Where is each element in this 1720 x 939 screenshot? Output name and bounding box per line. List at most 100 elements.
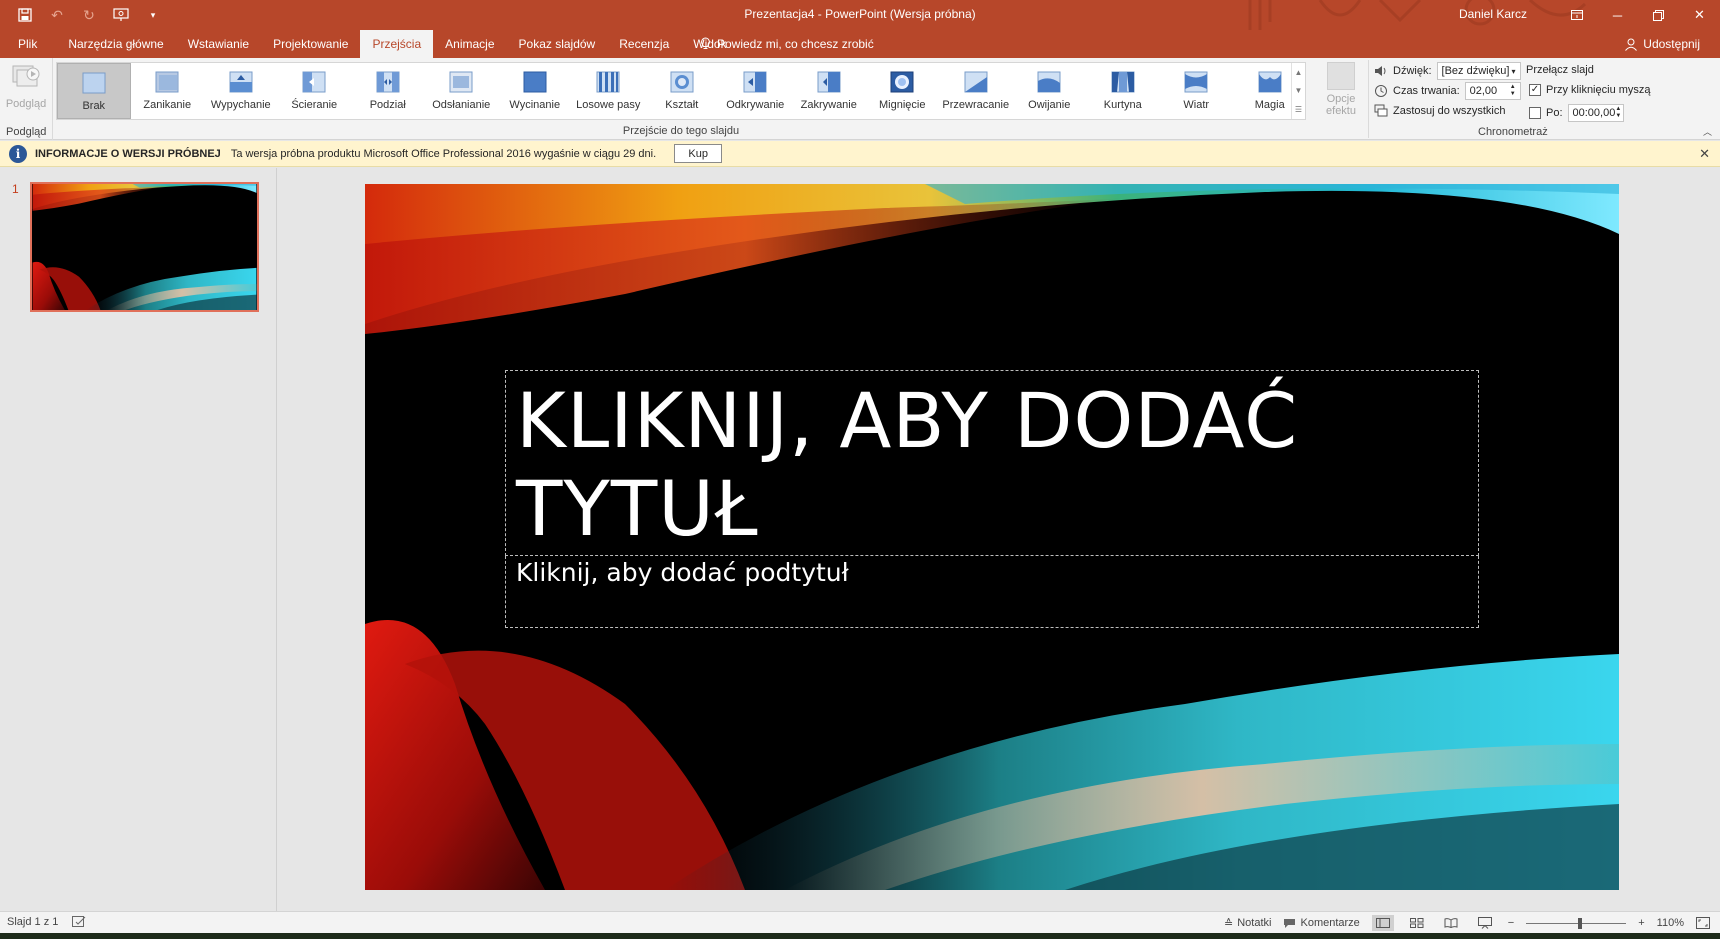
- effect-options-line1: Opcje: [1326, 93, 1356, 105]
- trial-info-bar: i INFORMACJE O WERSJI PRÓBNEJ Ta wersja …: [0, 141, 1720, 167]
- tab-item[interactable]: Projektowanie: [261, 30, 360, 58]
- tab-item[interactable]: Recenzja: [607, 30, 681, 58]
- transition-item[interactable]: Kurtyna: [1086, 63, 1160, 119]
- on-click-checkbox[interactable]: ✓: [1529, 84, 1541, 96]
- transition-thumbnail-icon: [82, 72, 106, 94]
- transition-item[interactable]: Owijanie: [1013, 63, 1087, 119]
- slide-title: KLIKNIJ, ABY DODAĆ TYTUŁ: [516, 376, 1299, 553]
- thumbnail-background: [32, 184, 257, 310]
- account-name[interactable]: Daniel Karcz: [1459, 7, 1527, 21]
- transition-item[interactable]: Wypychanie: [204, 63, 278, 119]
- buy-button[interactable]: Kup: [674, 144, 723, 163]
- slide-counter: Slajd 1 z 1: [7, 916, 59, 928]
- tab-item[interactable]: Wstawianie: [176, 30, 261, 58]
- chevron-down-icon: ▾: [1511, 66, 1516, 76]
- transition-label: Magia: [1254, 99, 1285, 111]
- reading-view-button[interactable]: [1440, 915, 1462, 931]
- on-click-checkbox-row[interactable]: ✓ Przy kliknięciu myszą: [1529, 84, 1651, 96]
- transition-gallery-items: Brak Zanikanie Wypychanie Ścieranie Podział O…: [57, 63, 1305, 119]
- minimize-button[interactable]: ─: [1597, 0, 1638, 30]
- tab-item[interactable]: Przejścia: [360, 30, 434, 58]
- slide-sorter-view-button[interactable]: [1406, 915, 1428, 931]
- tab-file[interactable]: Plik: [0, 30, 56, 58]
- after-time-spinner[interactable]: 00:00,00 ▲ ▼: [1567, 104, 1624, 122]
- tab-item[interactable]: Pokaz slajdów: [507, 30, 608, 58]
- ribbon-transitions: Podgląd Podgląd Brak Zanikanie Wypychanie Ś…: [0, 58, 1720, 140]
- after-checkbox-row: Po: 00:00,00 ▲ ▼: [1529, 104, 1624, 122]
- transition-item[interactable]: Odsłanianie: [425, 63, 499, 119]
- ribbon-tab-bar: Plik Narzędzia główne Wstawianie Projektowa…: [0, 30, 1720, 58]
- transition-thumbnail-icon: [229, 71, 253, 93]
- close-info-bar-icon[interactable]: ✕: [1699, 146, 1710, 162]
- tell-me-search[interactable]: Powiedz mi, co chcesz zrobić: [700, 30, 874, 58]
- transition-label: Przewracanie: [942, 99, 1010, 111]
- duration-value: 02,00: [1469, 85, 1498, 97]
- apply-all-label: Zastosuj do wszystkich: [1393, 105, 1506, 117]
- transition-thumbnail-icon: [449, 71, 473, 93]
- slideshow-view-button[interactable]: [1474, 915, 1496, 931]
- sound-dropdown[interactable]: [Bez dźwięku] ▾: [1436, 62, 1521, 80]
- sound-label: Dźwięk:: [1393, 65, 1432, 77]
- transition-label: Zanikanie: [143, 99, 192, 111]
- fit-to-window-icon[interactable]: [1696, 917, 1710, 929]
- advance-slide-title: Przełącz slajd: [1526, 64, 1594, 76]
- gallery-more-icon[interactable]: ☰: [1295, 105, 1302, 114]
- comments-button[interactable]: Komentarze: [1283, 917, 1360, 929]
- restore-button[interactable]: [1638, 0, 1679, 30]
- transition-item[interactable]: Zanikanie: [131, 63, 205, 119]
- spinner-icon: ▲ ▼: [1615, 106, 1622, 119]
- title-placeholder[interactable]: KLIKNIJ, ABY DODAĆ TYTUŁ: [505, 370, 1479, 556]
- notes-button[interactable]: ≙ Notatki: [1224, 917, 1271, 930]
- slide-thumbnail-pane: 1: [0, 168, 277, 911]
- transition-thumbnail-icon: [964, 71, 988, 93]
- transition-thumbnail-icon: [155, 71, 179, 93]
- transition-item[interactable]: Wycinanie: [498, 63, 572, 119]
- transition-item[interactable]: Kształt: [645, 63, 719, 119]
- share-label: Udostępnij: [1643, 37, 1700, 51]
- comment-icon: [1284, 918, 1296, 928]
- info-bar-title: INFORMACJE O WERSJI PRÓBNEJ: [35, 147, 221, 160]
- gallery-scroll-down-icon[interactable]: ▼: [1295, 86, 1303, 95]
- transition-item[interactable]: Zakrywanie: [792, 63, 866, 119]
- clock-icon: [1375, 85, 1387, 97]
- transition-item[interactable]: Losowe pasy: [572, 63, 646, 119]
- zoom-slider[interactable]: [1526, 915, 1627, 931]
- share-button[interactable]: Udostępnij: [1625, 30, 1700, 58]
- duration-spinner[interactable]: 02,00 ▲ ▼: [1464, 82, 1521, 100]
- zoom-in-button[interactable]: +: [1638, 917, 1644, 929]
- zoom-out-button[interactable]: −: [1508, 917, 1514, 929]
- normal-view-button[interactable]: [1371, 915, 1394, 931]
- preview-label: Podgląd: [5, 98, 47, 110]
- tab-item[interactable]: Narzędzia główne: [56, 30, 175, 58]
- transition-item[interactable]: Brak: [57, 63, 131, 119]
- slide-thumbnail[interactable]: [30, 182, 259, 312]
- transition-item[interactable]: Ścieranie: [278, 63, 352, 119]
- tell-me-text: Powiedz mi, co chcesz zrobić: [717, 37, 874, 51]
- slide-canvas[interactable]: KLIKNIJ, ABY DODAĆ TYTUŁ Kliknij, aby do…: [365, 184, 1619, 890]
- zoom-slider-knob[interactable]: [1578, 918, 1583, 929]
- gallery-scroll: ▲ ▼ ☰: [1291, 63, 1305, 119]
- tab-item[interactable]: Animacje: [433, 30, 506, 58]
- transition-item[interactable]: Mignięcie: [866, 63, 940, 119]
- duration-label: Czas trwania:: [1393, 85, 1460, 97]
- after-checkbox[interactable]: [1529, 107, 1541, 119]
- gallery-scroll-up-icon[interactable]: ▲: [1295, 68, 1303, 77]
- apply-all-button[interactable]: Zastosuj do wszystkich: [1374, 104, 1505, 118]
- transition-label: Wypychanie: [210, 99, 271, 111]
- transition-item[interactable]: Przewracanie: [939, 63, 1013, 119]
- effect-options-button[interactable]: Opcje efektu: [1318, 62, 1364, 120]
- transition-thumbnail-icon: [1258, 71, 1282, 93]
- collapse-ribbon-icon[interactable]: ︿: [1703, 125, 1712, 138]
- preview-button[interactable]: Podgląd: [4, 62, 48, 120]
- zoom-level[interactable]: 110%: [1657, 917, 1684, 929]
- close-button[interactable]: ✕: [1679, 0, 1720, 30]
- transition-item[interactable]: Podział: [351, 63, 425, 119]
- slide-sorter-icon: [1409, 918, 1424, 928]
- subtitle-placeholder[interactable]: Kliknij, aby dodać podtytuł: [505, 556, 1479, 628]
- info-icon: i: [9, 144, 27, 163]
- transition-item[interactable]: Wiatr: [1160, 63, 1234, 119]
- status-bar: Slajd 1 z 1 ≙ Notatki Komentarze − + 110…: [0, 911, 1720, 933]
- spelling-check-icon[interactable]: [72, 916, 86, 928]
- transition-item[interactable]: Odkrywanie: [719, 63, 793, 119]
- ribbon-display-options-button[interactable]: [1556, 0, 1597, 30]
